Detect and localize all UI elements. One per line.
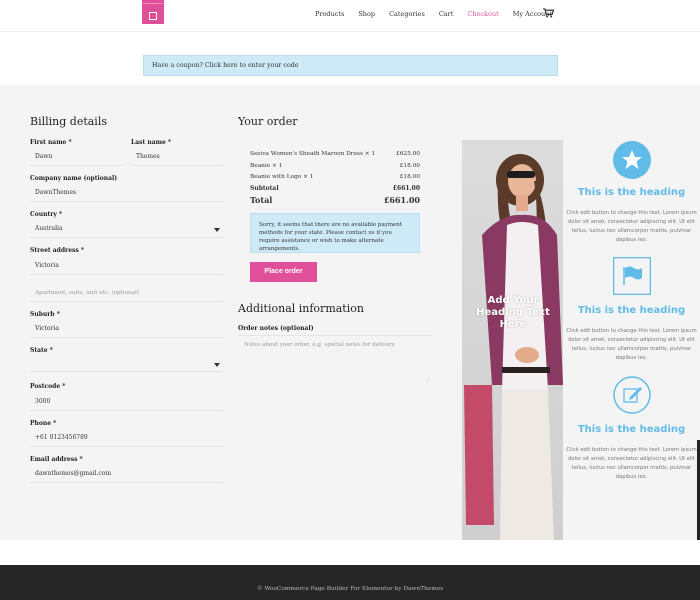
postcode-label: Postcode * bbox=[30, 383, 66, 390]
site-footer bbox=[0, 565, 700, 600]
order-item-qty: × 1 bbox=[364, 151, 376, 157]
feature-text: Click edit button to change this text. L… bbox=[566, 328, 697, 361]
postcode-input[interactable]: 3000 bbox=[30, 398, 223, 411]
first-name-input[interactable]: Dawn bbox=[30, 153, 124, 166]
order-title: Your order bbox=[238, 115, 298, 128]
nav-shop[interactable]: Shop bbox=[358, 10, 375, 18]
company-label: Company name (optional) bbox=[30, 175, 118, 182]
order-item-name: Sesiva Women's Sheath Maroon Dress bbox=[250, 151, 363, 157]
site-header: WOOCOMMERCE BUILDER Products Shop Catego… bbox=[0, 0, 700, 32]
total-value: £661.00 bbox=[383, 195, 420, 205]
coupon-notice[interactable]: Have a coupon? Click here to enter your … bbox=[143, 55, 558, 76]
feature-heading: This is the heading bbox=[577, 424, 686, 435]
feature-heading: This is the heading bbox=[577, 305, 686, 316]
billing-title: Billing details bbox=[30, 115, 107, 128]
order-notes-textarea[interactable]: Notes about your order, e.g. special not… bbox=[238, 335, 432, 383]
edit-icon bbox=[613, 376, 651, 414]
order-item-price: £18.00 bbox=[399, 163, 420, 169]
subtotal-value: £661.00 bbox=[392, 185, 420, 192]
shopping-cart-icon[interactable] bbox=[543, 8, 554, 18]
order-item: Sesiva Women's Sheath Maroon Dress × 1 £… bbox=[250, 151, 420, 157]
country-select[interactable]: Australia bbox=[30, 225, 223, 238]
street-input[interactable]: Victoria bbox=[30, 262, 223, 275]
order-item: Beanie with Logo × 1 £18.00 bbox=[250, 174, 420, 180]
state-select[interactable] bbox=[30, 361, 223, 372]
site-logo[interactable]: WOOCOMMERCE BUILDER bbox=[142, 0, 164, 24]
nav-categories[interactable]: Categories bbox=[389, 10, 425, 18]
street-label: Street address * bbox=[30, 247, 84, 254]
chevron-down-icon bbox=[214, 363, 220, 367]
subtotal-label: Subtotal bbox=[250, 185, 279, 192]
order-notes-label: Order notes (optional) bbox=[238, 325, 314, 332]
order-item-price: £18.00 bbox=[399, 174, 420, 180]
last-name-input[interactable]: Themes bbox=[131, 153, 223, 166]
nav-cart[interactable]: Cart bbox=[439, 10, 454, 18]
feature-text: Click edit button to change this text. L… bbox=[566, 447, 697, 480]
order-item-name: Beanie bbox=[250, 163, 271, 169]
phone-input[interactable]: +61 0123456789 bbox=[30, 434, 223, 447]
street-address-2-input[interactable]: Apartment, suite, unit etc. (optional) bbox=[30, 290, 223, 302]
coupon-link[interactable]: Have a coupon? Click here to enter your … bbox=[152, 62, 299, 69]
email-input[interactable]: dawnthemes@gmail.com bbox=[30, 470, 223, 483]
resize-handle-icon[interactable]: ⟋ bbox=[426, 377, 430, 383]
total-label: Total bbox=[250, 195, 273, 205]
first-name-label: First name * bbox=[30, 139, 72, 146]
order-item-qty: × 1 bbox=[303, 174, 314, 180]
order-item-qty: × 1 bbox=[272, 163, 283, 169]
order-subtotal-row: Subtotal £661.00 bbox=[250, 185, 420, 192]
order-total-row: Total £661.00 bbox=[250, 195, 420, 205]
company-input[interactable]: DawnThemes bbox=[30, 189, 223, 202]
order-item-price: £625.00 bbox=[396, 151, 420, 157]
email-label: Email address * bbox=[30, 456, 83, 463]
feature-heading: This is the heading bbox=[577, 187, 686, 198]
photo-heading: Add Your Heading Text Here bbox=[476, 295, 550, 330]
suburb-input[interactable]: Victoria bbox=[30, 325, 223, 338]
country-label: Country * bbox=[30, 211, 63, 218]
last-name-label: Last name * bbox=[131, 139, 171, 146]
main-nav: Products Shop Categories Cart Checkout M… bbox=[315, 10, 552, 18]
logo-text: WOOCOMMERCE BUILDER bbox=[143, 3, 163, 5]
order-item-name: Beanie with Logo bbox=[250, 174, 302, 180]
additional-info-title: Additional information bbox=[238, 302, 364, 315]
flag-icon bbox=[613, 257, 651, 295]
feature-text: Click edit button to change this text. L… bbox=[566, 210, 697, 243]
nav-checkout[interactable]: Checkout bbox=[467, 10, 498, 18]
place-order-button[interactable]: Place order bbox=[250, 262, 317, 282]
phone-label: Phone * bbox=[30, 420, 57, 427]
star-icon bbox=[613, 141, 651, 179]
order-item: Beanie × 1 £18.00 bbox=[250, 163, 420, 169]
logo-mark bbox=[149, 12, 157, 20]
footer-copyright: © WooCommerce Page Builder For Elementor… bbox=[256, 586, 444, 592]
chevron-down-icon bbox=[214, 228, 220, 232]
nav-products[interactable]: Products bbox=[315, 10, 344, 18]
suburb-label: Suburb * bbox=[30, 311, 60, 318]
state-label: State * bbox=[30, 347, 53, 354]
payment-notice: Sorry, it seems that there are no availa… bbox=[250, 213, 420, 253]
